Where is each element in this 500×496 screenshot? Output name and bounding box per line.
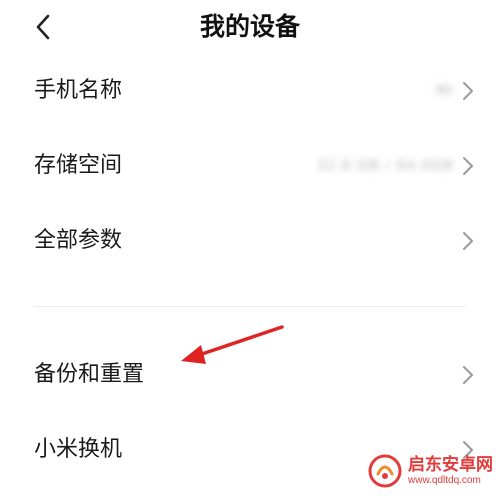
row-value: Mi	[436, 83, 454, 99]
settings-row-backup-reset[interactable]: 备份和重置	[0, 345, 500, 405]
settings-row-storage[interactable]: 存储空间 32.8 GB / 64.0GB	[0, 136, 500, 196]
header-bar: 我的设备	[0, 0, 500, 56]
chevron-right-icon	[463, 82, 473, 100]
watermark-url: www.qdltdq.com	[408, 475, 481, 486]
row-label: 全部参数	[34, 228, 123, 253]
watermark: 启东安卓网 www.qdltdq.com	[364, 446, 500, 496]
chevron-right-icon	[463, 157, 473, 175]
settings-row-all-specs[interactable]: 全部参数	[0, 211, 500, 271]
section-divider	[34, 306, 466, 307]
watermark-logo-icon	[368, 454, 402, 488]
row-label: 手机名称	[34, 78, 123, 103]
chevron-right-icon	[463, 366, 473, 384]
row-label: 存储空间	[34, 153, 123, 178]
chevron-right-icon	[463, 232, 473, 250]
row-label: 小米换机	[34, 437, 123, 462]
settings-row-device-name[interactable]: 手机名称 Mi	[0, 61, 500, 121]
row-value: 32.8 GB / 64.0GB	[316, 158, 454, 174]
watermark-name: 启东安卓网	[408, 455, 493, 474]
row-label: 备份和重置	[34, 362, 145, 387]
page-title: 我的设备	[199, 12, 300, 41]
